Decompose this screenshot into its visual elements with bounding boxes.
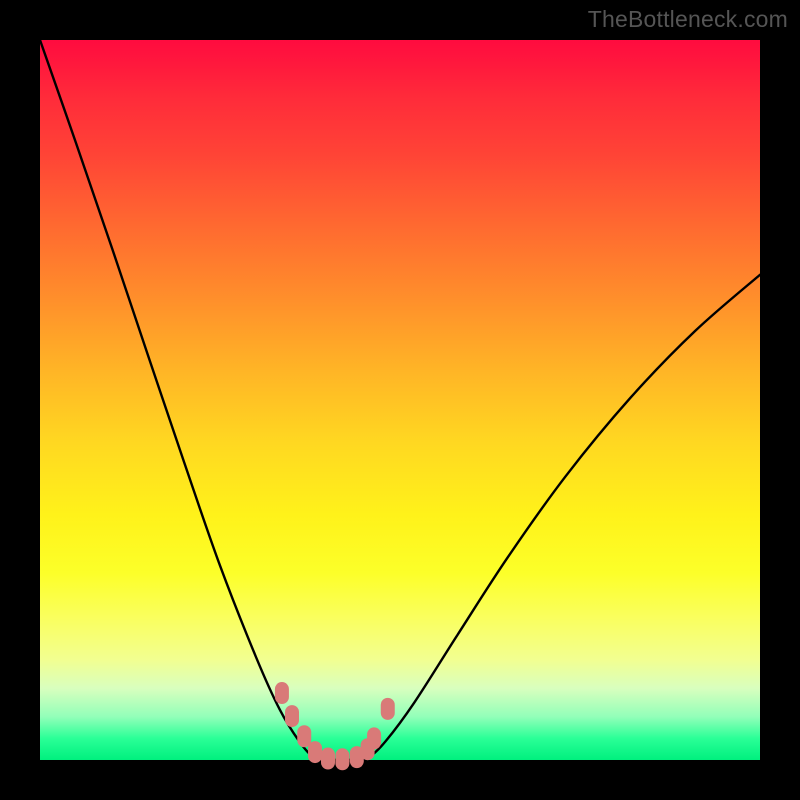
highlight-marker <box>367 727 381 749</box>
highlight-marker <box>321 748 335 770</box>
plot-area <box>40 40 760 760</box>
highlight-marker <box>381 698 395 720</box>
chart-frame: TheBottleneck.com <box>0 0 800 800</box>
watermark-text: TheBottleneck.com <box>588 6 788 33</box>
highlight-marker <box>335 748 349 770</box>
highlight-marker <box>297 725 311 747</box>
highlight-marker <box>285 705 299 727</box>
highlight-markers <box>275 682 395 770</box>
bottleneck-curve <box>40 40 760 760</box>
curve-layer <box>40 40 760 760</box>
highlight-marker <box>275 682 289 704</box>
highlight-marker <box>308 741 322 763</box>
